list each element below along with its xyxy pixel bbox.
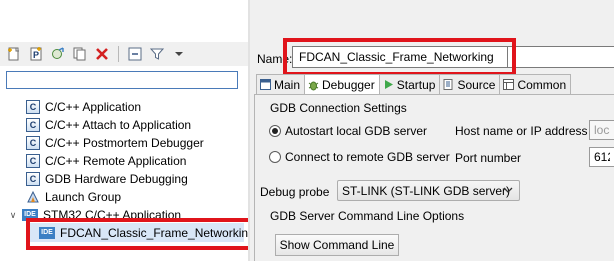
configuration-editor-panel: Name: Main Debugger Startup	[250, 0, 614, 261]
configuration-toolbar: P	[0, 42, 248, 66]
launch-configurations-dialog: P C C/C++ Application C C/C++ Attach to …	[0, 0, 614, 261]
delete-icon[interactable]	[94, 46, 110, 62]
tree-item-label: Launch Group	[45, 190, 122, 204]
tree-item-label: C/C++ Attach to Application	[45, 118, 192, 132]
tab-label: Startup	[396, 77, 436, 92]
c-launch-icon: C	[26, 154, 40, 168]
config-name-input[interactable]	[292, 46, 508, 68]
tree-item-label: C/C++ Application	[45, 100, 142, 114]
configuration-list-panel: P C C/C++ Application C C/C++ Attach to …	[0, 0, 252, 261]
common-tab-icon	[503, 79, 515, 90]
tab-common[interactable]: Common	[499, 74, 572, 94]
tab-source[interactable]: Source	[439, 74, 501, 94]
gdb-server-options-title: GDB Server Command Line Options	[270, 209, 465, 223]
tab-main[interactable]: Main	[256, 74, 306, 94]
tab-label: Common	[517, 77, 567, 92]
debug-probe-value: ST-LINK (ST-LINK GDB server)	[342, 183, 511, 198]
new-config-icon[interactable]	[6, 46, 22, 62]
source-tab-icon	[443, 79, 454, 90]
tab-startup[interactable]: Startup	[378, 74, 441, 94]
config-tabs: Main Debugger Startup Source Common	[256, 74, 572, 95]
duplicate-icon[interactable]	[72, 46, 88, 62]
tree-item-label: FDCAN_Classic_Frame_Networkin	[60, 226, 249, 240]
c-launch-icon: C	[26, 136, 40, 150]
host-input[interactable]	[589, 120, 614, 140]
connect-remote-radio[interactable]: Connect to remote GDB server	[269, 150, 450, 164]
chevron-down-icon	[503, 187, 513, 193]
tab-debugger[interactable]: Debugger	[304, 74, 380, 95]
chevron-down-icon[interactable]: ∨	[8, 210, 18, 221]
tab-label: Debugger	[322, 78, 375, 92]
autostart-radio[interactable]: Autostart local GDB server	[269, 124, 427, 138]
gdb-connection-settings-title: GDB Connection Settings	[270, 101, 407, 115]
new-prototype-icon[interactable]: P	[28, 46, 44, 62]
port-label: Port number	[455, 151, 522, 165]
tab-label: Source	[457, 77, 496, 92]
radio-button-checked[interactable]	[269, 125, 281, 137]
tree-item-cpp-postmortem[interactable]: C C/C++ Postmortem Debugger	[26, 134, 204, 152]
filter-input[interactable]	[6, 71, 238, 89]
tree-item-cpp-remote[interactable]: C C/C++ Remote Application	[26, 152, 186, 170]
main-tab-icon	[260, 79, 271, 90]
debug-probe-label: Debug probe	[260, 185, 330, 199]
view-menu-icon[interactable]	[171, 46, 187, 62]
tree-item-label: STM32 C/C++ Application	[43, 208, 182, 222]
collapse-all-icon[interactable]	[127, 46, 143, 62]
radio-button-unchecked[interactable]	[269, 151, 281, 163]
tree-item-label: C/C++ Postmortem Debugger	[45, 136, 204, 150]
tree-item-stm32-application[interactable]: ∨ IDE STM32 C/C++ Application	[8, 206, 181, 224]
host-label: Host name or IP address	[455, 124, 588, 138]
ide-icon: IDE	[39, 227, 55, 239]
tree-item-label: GDB Hardware Debugging	[45, 172, 188, 186]
c-launch-icon: C	[26, 100, 40, 114]
export-icon[interactable]	[50, 46, 66, 62]
tree-item-cpp-application[interactable]: C C/C++ Application	[26, 98, 141, 116]
port-input[interactable]	[589, 147, 614, 167]
name-label: Name:	[257, 52, 293, 66]
config-name-input-extension[interactable]	[508, 46, 614, 68]
launch-group-icon	[26, 190, 40, 204]
tree-item-cpp-attach[interactable]: C C/C++ Attach to Application	[26, 116, 191, 134]
c-launch-icon: C	[26, 118, 40, 132]
svg-text:P: P	[33, 50, 39, 60]
tab-label: Main	[274, 77, 301, 92]
show-command-line-button[interactable]: Show Command Line	[275, 234, 399, 256]
filter-icon[interactable]	[149, 46, 165, 62]
connect-remote-label: Connect to remote GDB server	[285, 150, 450, 164]
ide-icon: IDE	[22, 209, 38, 221]
tree-item-launch-group[interactable]: Launch Group	[26, 188, 121, 206]
toolbar-separator	[118, 46, 119, 62]
c-launch-icon: C	[26, 172, 40, 186]
debug-probe-select[interactable]: ST-LINK (ST-LINK GDB server)	[337, 180, 520, 201]
tree-item-fdcan-config[interactable]: IDE FDCAN_Classic_Frame_Networkin	[39, 224, 248, 242]
startup-tab-icon	[383, 79, 394, 90]
debugger-tab-icon	[308, 80, 319, 91]
autostart-label: Autostart local GDB server	[285, 124, 428, 138]
tree-item-label: C/C++ Remote Application	[45, 154, 187, 168]
tree-item-gdb-hardware[interactable]: C GDB Hardware Debugging	[26, 170, 188, 188]
